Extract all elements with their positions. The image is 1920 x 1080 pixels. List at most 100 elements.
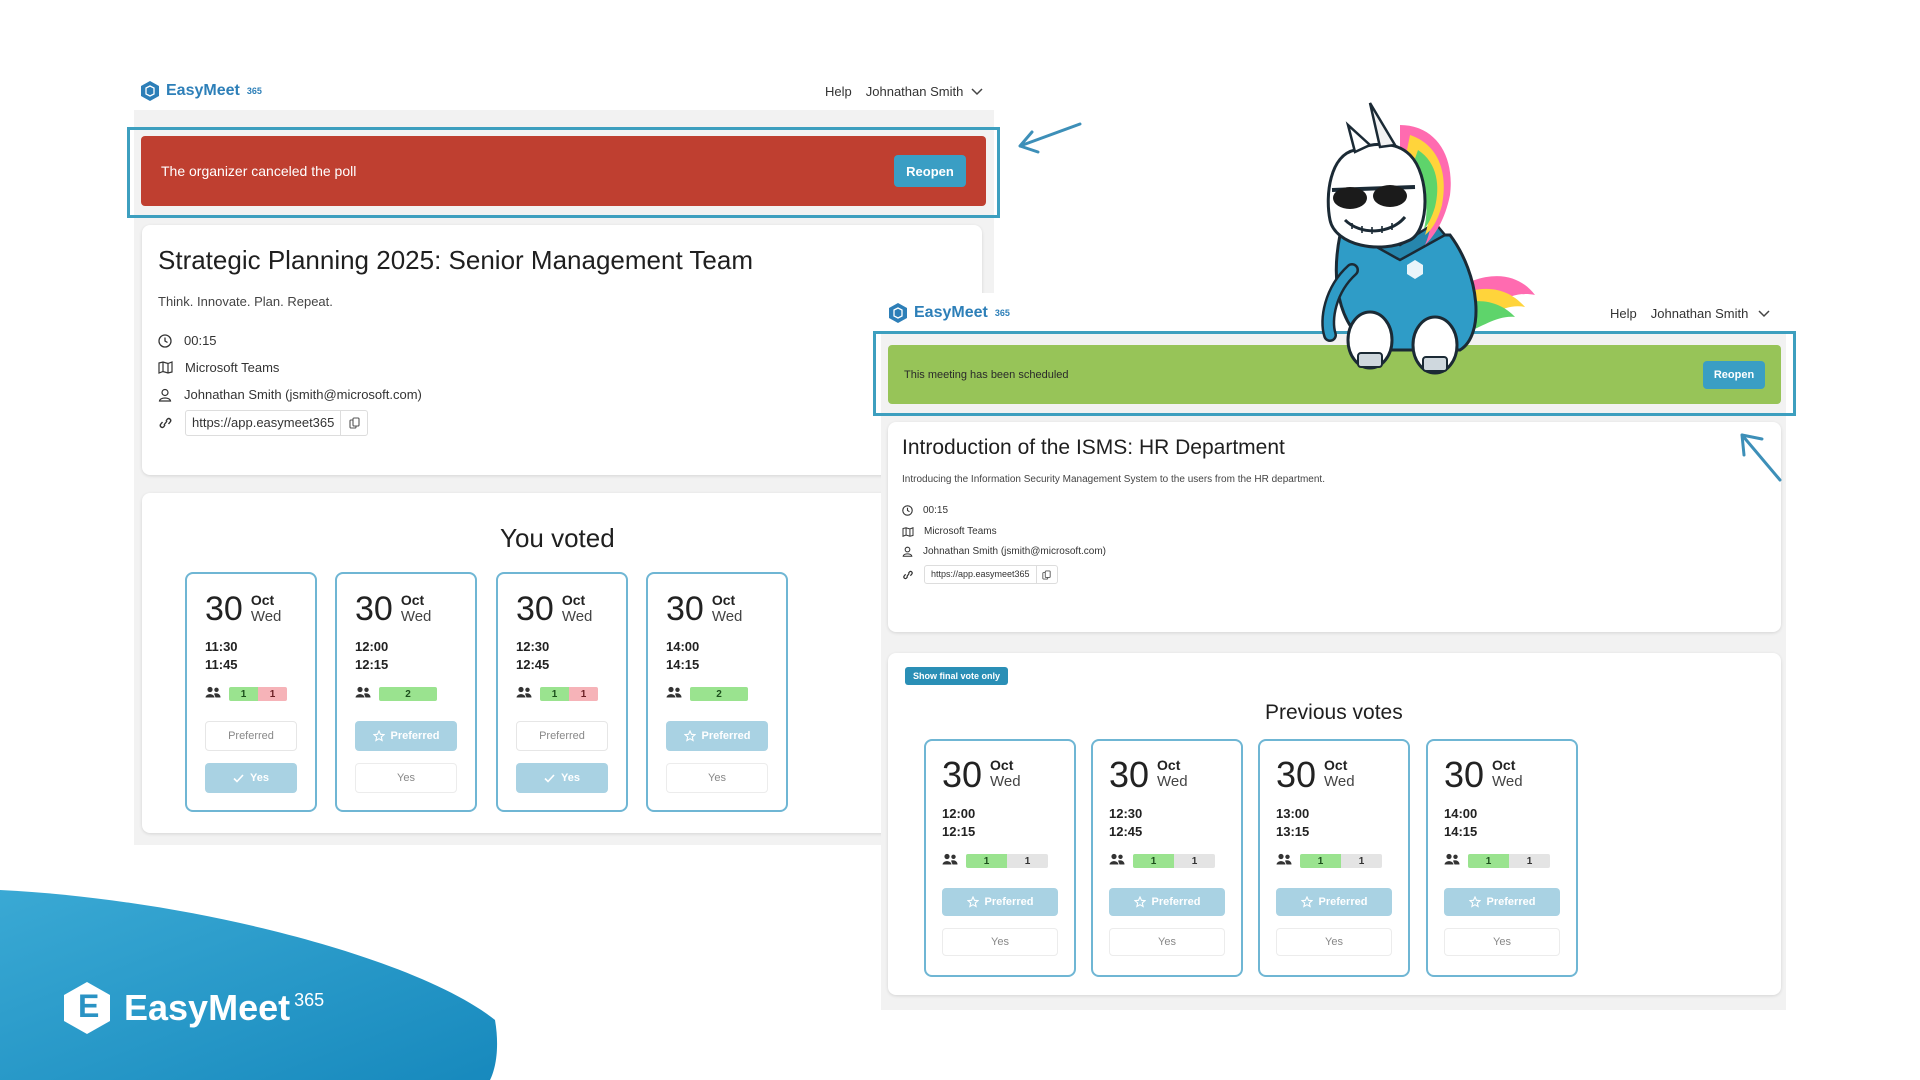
yes-button[interactable]: Yes xyxy=(1109,928,1225,957)
right-reopen-button[interactable]: Reopen xyxy=(1703,360,1765,389)
right-user-menu[interactable]: Johnathan Smith xyxy=(1651,306,1749,321)
chevron-down-icon[interactable] xyxy=(1758,309,1770,318)
vote-bar-no: 1 xyxy=(258,687,287,702)
brand-letter: E xyxy=(78,988,100,1024)
preferred-button[interactable]: Preferred xyxy=(1444,888,1560,917)
left-time-slot-card[interactable]: 30 Oct Wed 12:00 12:15 2 Preferred Yes xyxy=(335,572,477,812)
slot-month: Oct xyxy=(1324,757,1348,773)
vote-bar-yes: 1 xyxy=(1300,854,1341,869)
right-help-link[interactable]: Help xyxy=(1610,306,1637,321)
preferred-button[interactable]: Preferred xyxy=(666,721,768,752)
yes-label: Yes xyxy=(991,936,1009,949)
left-duration: 00:15 xyxy=(184,333,217,348)
preferred-label: Preferred xyxy=(228,730,274,743)
left-help-link[interactable]: Help xyxy=(825,84,852,99)
slot-vote-summary: 11 xyxy=(516,685,608,703)
left-location-row: Microsoft Teams xyxy=(158,360,966,375)
slot-end-time: 12:45 xyxy=(516,656,550,672)
slot-vote-summary: 2 xyxy=(666,685,768,703)
link-icon xyxy=(903,570,913,579)
map-icon xyxy=(158,361,173,374)
right-logo[interactable]: EasyMeet 365 xyxy=(888,302,1010,324)
yes-label: Yes xyxy=(250,772,269,785)
slot-month: Oct xyxy=(711,592,736,608)
copy-icon[interactable] xyxy=(1037,566,1057,583)
slot-start-time: 11:30 xyxy=(205,639,238,654)
vote-bar-yes: 2 xyxy=(690,687,748,702)
slot-month: Oct xyxy=(250,592,275,608)
preferred-button[interactable]: Preferred xyxy=(1276,888,1392,917)
vote-bar: 2 xyxy=(379,687,437,702)
participants-icon xyxy=(355,685,371,703)
preferred-label: Preferred xyxy=(701,730,751,743)
star-icon xyxy=(683,730,696,742)
slot-day: 30 xyxy=(1109,754,1150,795)
yes-button[interactable]: Yes xyxy=(205,763,297,794)
left-link-box: https://app.easymeet365 xyxy=(185,410,369,436)
star-icon xyxy=(1300,896,1313,908)
unicorn-mascot-illustration xyxy=(1321,102,1535,375)
left-slot-date: 30 Oct Wed xyxy=(666,592,768,626)
slot-start-time: 14:00 xyxy=(1444,806,1478,821)
show-final-vote-button[interactable]: Show final vote only xyxy=(905,667,1009,685)
left-logo[interactable]: EasyMeet 365 xyxy=(140,80,262,102)
preferred-button[interactable]: Preferred xyxy=(516,721,608,752)
left-logo-suffix: 365 xyxy=(246,86,262,96)
yes-button[interactable]: Yes xyxy=(1444,928,1560,957)
slot-month: Oct xyxy=(1492,757,1516,773)
vote-bar-yes: 1 xyxy=(540,687,569,702)
vote-bar-other: 1 xyxy=(1341,854,1382,869)
slot-day: 30 xyxy=(942,754,983,795)
right-event-card: Introduction of the ISMS: HR Department … xyxy=(888,422,1781,632)
right-time-slot-card[interactable]: 30 Oct Wed 13:00 13:15 1 1 Preferred Yes xyxy=(1258,739,1410,977)
preferred-button[interactable]: Preferred xyxy=(1109,888,1225,917)
vote-bar-other: 1 xyxy=(1007,854,1048,869)
yes-button[interactable]: Yes xyxy=(516,763,608,794)
left-event-card: Strategic Planning 2025: Senior Manageme… xyxy=(142,225,982,475)
copy-icon[interactable] xyxy=(341,411,367,435)
right-event-title: Introduction of the ISMS: HR Department xyxy=(902,436,1285,459)
right-slot-date: 30 Oct Wed xyxy=(942,757,1058,793)
chevron-down-icon[interactable] xyxy=(971,87,983,96)
right-link-box: https://app.easymeet365 xyxy=(924,565,1058,584)
left-event-title: Strategic Planning 2025: Senior Manageme… xyxy=(158,245,754,275)
left-time-slot-card[interactable]: 30 Oct Wed 11:30 11:45 1 1 Preferred Yes xyxy=(185,572,317,812)
slot-day: 30 xyxy=(1444,754,1485,795)
yes-button[interactable]: Yes xyxy=(666,763,768,794)
slot-month-weekday: Oct Wed xyxy=(1492,757,1523,790)
participants-icon xyxy=(516,685,532,703)
left-link-text[interactable]: https://app.easymeet365 xyxy=(186,411,342,435)
right-top-nav: Help Johnathan Smith xyxy=(1610,306,1770,321)
slot-vote-summary: 11 xyxy=(1444,852,1560,870)
slot-month-weekday: Oct Wed xyxy=(401,592,432,625)
left-user-menu[interactable]: Johnathan Smith xyxy=(866,84,964,99)
right-logo-name: EasyMeet xyxy=(914,304,988,321)
right-time-slot-card[interactable]: 30 Oct Wed 12:30 12:45 1 1 Preferred Yes xyxy=(1091,739,1243,977)
easymeet-hex-icon xyxy=(889,303,907,323)
slot-times: 14:00 14:15 xyxy=(1444,805,1560,840)
right-time-slot-card[interactable]: 30 Oct Wed 14:00 14:15 1 1 Preferred Yes xyxy=(1426,739,1578,977)
vote-bar-other: 1 xyxy=(1509,854,1550,869)
right-link-text[interactable]: https://app.easymeet365 xyxy=(925,566,1037,583)
slot-month-weekday: Oct Wed xyxy=(562,592,593,625)
left-organizer: Johnathan Smith (jsmith@microsoft.com) xyxy=(184,387,422,402)
canceled-banner: The organizer canceled the poll Reopen xyxy=(141,136,986,206)
yes-button[interactable]: Yes xyxy=(1276,928,1392,957)
preferred-button[interactable]: Preferred xyxy=(942,888,1058,917)
preferred-button[interactable]: Preferred xyxy=(205,721,297,752)
preferred-label: Preferred xyxy=(390,730,440,743)
left-time-slot-card[interactable]: 30 Oct Wed 14:00 14:15 2 Preferred Yes xyxy=(646,572,788,812)
yes-button[interactable]: Yes xyxy=(355,763,457,794)
slot-vote-summary: 11 xyxy=(942,852,1058,870)
left-time-slot-card[interactable]: 30 Oct Wed 12:30 12:45 1 1 Preferred Yes xyxy=(496,572,628,812)
right-time-slot-card[interactable]: 30 Oct Wed 12:00 12:15 1 1 Preferred Yes xyxy=(924,739,1076,977)
slot-vote-summary: 2 xyxy=(355,685,457,703)
slot-weekday: Wed xyxy=(400,608,432,626)
right-logo-suffix: 365 xyxy=(994,308,1010,318)
easymeet-hex-icon xyxy=(141,81,159,101)
arrow-pointing-up-left-icon xyxy=(1740,433,1782,482)
yes-button[interactable]: Yes xyxy=(942,928,1058,957)
left-reopen-button[interactable]: Reopen xyxy=(894,155,966,187)
preferred-button[interactable]: Preferred xyxy=(355,721,457,752)
participants-icon xyxy=(1276,852,1292,870)
